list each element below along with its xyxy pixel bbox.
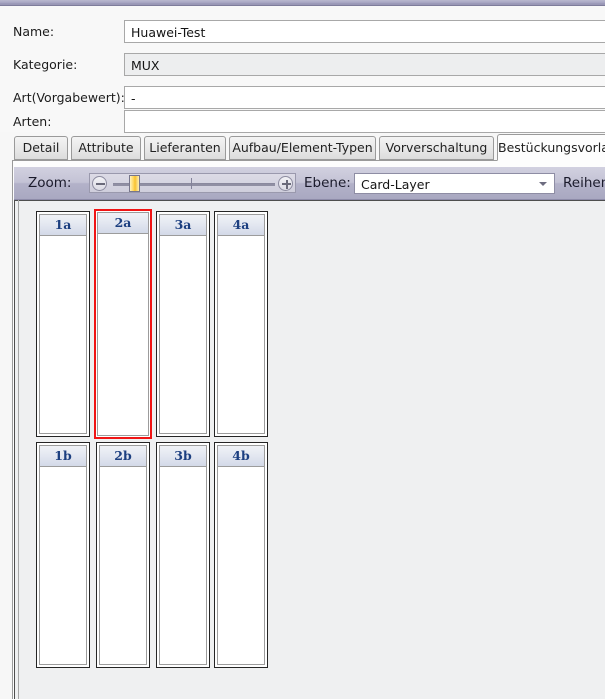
zoom-label: Zoom: [28, 175, 72, 191]
application-window: Name: Huawei-Test Kategorie: MUX Art(Vor… [0, 0, 605, 699]
scrollpane-rail-inner [18, 200, 19, 699]
slot-2a-body[interactable] [98, 234, 148, 435]
tab-detail[interactable]: Detail [14, 136, 68, 160]
input-name[interactable]: Huawei-Test [124, 20, 605, 43]
slot-1a-frame: 1a [39, 214, 87, 434]
tab-vorverschaltung[interactable]: Vorverschaltung [379, 136, 494, 160]
tab-attribute[interactable]: Attribute [71, 136, 141, 160]
slot-2a-frame: 2a [97, 212, 149, 436]
tab-lieferanten[interactable]: Lieferanten [144, 136, 226, 160]
slot-2b[interactable]: 2b [96, 442, 150, 668]
tab-content-panel: Zoom: Ebene: Card-Layer Reihenn [12, 160, 605, 699]
detail-form: Name: Huawei-Test Kategorie: MUX Art(Vor… [0, 6, 605, 133]
scrollpane-rail-outer [12, 200, 13, 699]
slot-1a-label: 1a [40, 215, 86, 236]
slot-4a[interactable]: 4a [214, 211, 268, 437]
slot-4b-frame: 4b [217, 445, 265, 665]
slot-3a-frame: 3a [159, 214, 207, 434]
layout-toolbar: Zoom: Ebene: Card-Layer Reihenn [14, 167, 605, 200]
slot-3b-frame: 3b [159, 445, 207, 665]
slot-1a-body[interactable] [40, 236, 86, 433]
slot-1b-label: 1b [40, 446, 86, 467]
layout-canvas-surface[interactable]: 1a 2a 3a 4a 1b 2b 3b 4b [16, 202, 605, 699]
slot-2a[interactable]: 2a [94, 209, 152, 439]
ebene-select-value: Card-Layer [361, 177, 430, 192]
reihen-label: Reihenn [563, 175, 605, 191]
slot-4b-body[interactable] [218, 467, 264, 664]
form-row-kategorie: Kategorie: MUX [0, 53, 605, 79]
slot-2b-label: 2b [100, 446, 146, 467]
ebene-label: Ebene: [304, 175, 351, 191]
zoom-in-icon[interactable] [278, 176, 293, 191]
slot-3a[interactable]: 3a [156, 211, 210, 437]
slot-4a-frame: 4a [217, 214, 265, 434]
slot-2a-label: 2a [98, 213, 148, 234]
slot-3b[interactable]: 3b [156, 442, 210, 668]
slot-4a-label: 4a [218, 215, 264, 236]
slot-3b-label: 3b [160, 446, 206, 467]
tab-aufbau-element-typen[interactable]: Aufbau/Element-Typen [229, 136, 376, 160]
label-kategorie: Kategorie: [13, 57, 78, 72]
slot-1b-body[interactable] [40, 467, 86, 664]
slot-1b-frame: 1b [39, 445, 87, 665]
input-kategorie[interactable]: MUX [124, 53, 605, 76]
label-name: Name: [13, 24, 55, 39]
tab-bestueckungsvorlage[interactable]: Bestückungsvorlage [497, 134, 605, 161]
slot-4a-body[interactable] [218, 236, 264, 433]
ebene-select[interactable]: Card-Layer [354, 173, 555, 194]
label-art-vorgabewert: Art(Vorgabewert): [13, 90, 125, 105]
zoom-slider-tick [191, 178, 192, 189]
zoom-slider-thumb[interactable] [129, 175, 140, 192]
zoom-out-icon[interactable] [92, 176, 107, 191]
rack-row-b: 1b 2b 3b 4b [36, 442, 268, 668]
chevron-down-icon[interactable] [539, 182, 547, 186]
input-arten[interactable] [124, 110, 605, 133]
slot-4b-label: 4b [218, 446, 264, 467]
slot-1a[interactable]: 1a [36, 211, 90, 437]
input-art-vorgabewert[interactable]: - [124, 86, 605, 109]
slot-1b[interactable]: 1b [36, 442, 90, 668]
rack-row-a: 1a 2a 3a 4a [36, 209, 268, 439]
slot-2b-body[interactable] [100, 467, 146, 664]
slot-3a-body[interactable] [160, 236, 206, 433]
tab-bar: Detail Attribute Lieferanten Aufbau/Elem… [0, 133, 605, 161]
slot-2b-frame: 2b [99, 445, 147, 665]
layout-canvas[interactable]: 1a 2a 3a 4a 1b 2b 3b 4b [14, 200, 605, 699]
zoom-slider[interactable] [89, 173, 296, 193]
slot-3b-body[interactable] [160, 467, 206, 664]
form-row-art-vorgabewert: Art(Vorgabewert): - [0, 86, 605, 112]
form-row-name: Name: Huawei-Test [0, 20, 605, 46]
label-arten: Arten: [13, 114, 52, 129]
slot-4b[interactable]: 4b [214, 442, 268, 668]
slot-3a-label: 3a [160, 215, 206, 236]
